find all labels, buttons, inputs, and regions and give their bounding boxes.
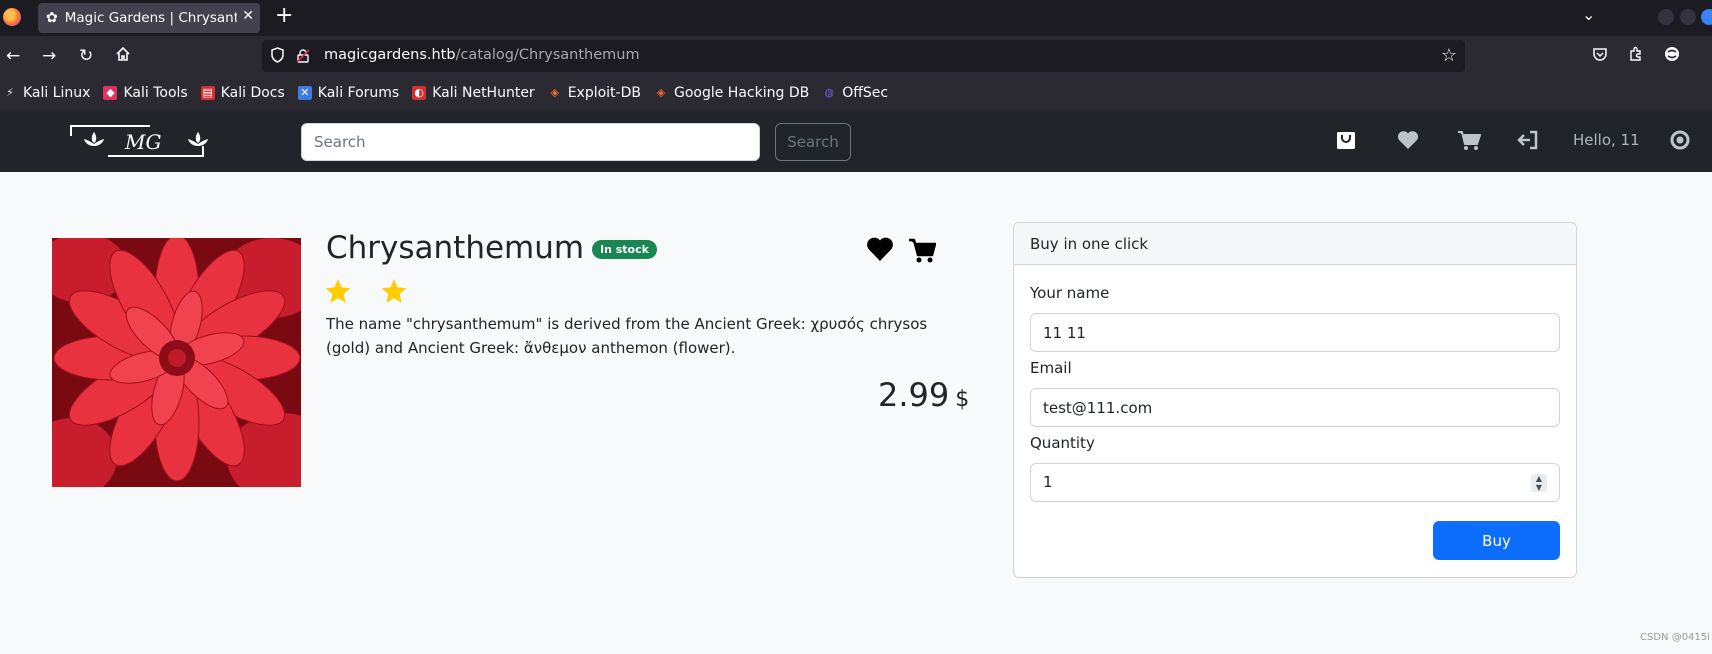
bookmark-label: Kali NetHunter — [432, 85, 535, 101]
bookmark-label: OffSec — [842, 85, 889, 101]
url-text[interactable]: magicgardens.htb/catalog/Chrysanthemum — [324, 47, 640, 63]
email-label: Email — [1030, 359, 1072, 377]
firefox-icon[interactable] — [3, 8, 21, 26]
bookmark-kali-nethunter[interactable]: ◐ Kali NetHunter — [412, 85, 535, 101]
tab-title: Magic Gardens | Chrysanthemum — [64, 10, 237, 26]
kali-tools-icon: ◆ — [103, 86, 118, 100]
tab-list-chevron-icon[interactable]: ⌄ — [1582, 5, 1595, 24]
product-rating — [324, 277, 436, 305]
ghdb-icon: ◈ — [656, 86, 666, 99]
product-price: 2.99 $ — [878, 376, 969, 414]
url-bar[interactable]: magicgardens.htb/catalog/Chrysanthemum ☆ — [262, 40, 1465, 72]
bookmark-label: Kali Docs — [220, 85, 285, 101]
window-minimize-icon[interactable] — [1658, 9, 1674, 25]
shield-icon[interactable] — [270, 47, 285, 67]
kali-dragon-icon: ⚡ — [6, 86, 14, 99]
name-label: Your name — [1030, 284, 1110, 302]
quantity-stepper[interactable]: 1 ▲ ▼ — [1030, 463, 1560, 502]
account-icon[interactable] — [1664, 46, 1680, 66]
card-header: Buy in one click — [1014, 223, 1576, 265]
bookmark-kali-docs[interactable]: ▤ Kali Docs — [200, 85, 285, 101]
extensions-icon[interactable] — [1628, 46, 1644, 66]
bookmark-google-hacking-db[interactable]: ◈ Google Hacking DB — [654, 85, 809, 101]
quantity-spin-icon[interactable]: ▲ ▼ — [1531, 474, 1547, 492]
bookmark-label: Kali Forums — [317, 85, 400, 101]
search-input[interactable] — [301, 123, 760, 161]
browser-nav-bar: ← → ↻ magicgardens.htb/catalog/Chrysanth… — [0, 36, 1712, 76]
stock-status-badge: In stock — [592, 240, 657, 259]
price-currency: $ — [955, 387, 970, 412]
bookmark-offsec[interactable]: ◍ OffSec — [822, 85, 888, 101]
window-maximize-icon[interactable] — [1680, 9, 1696, 25]
bookmark-label: Exploit-DB — [567, 85, 641, 101]
rating-star-icon — [380, 277, 408, 305]
bookmark-exploit-db[interactable]: ◈ Exploit-DB — [548, 85, 641, 101]
bookmark-label: Kali Linux — [23, 85, 91, 101]
magic-gardens-logo[interactable]: MG — [70, 124, 223, 158]
shopping-bag-icon[interactable] — [1335, 129, 1357, 155]
search-button[interactable]: Search — [775, 123, 851, 161]
rating-star-icon — [324, 277, 352, 305]
home-icon[interactable] — [115, 46, 131, 67]
product-description: The name "chrysanthemum" is derived from… — [326, 315, 928, 357]
exploit-db-icon: ◈ — [550, 86, 559, 99]
logout-icon[interactable] — [1517, 129, 1539, 155]
bookmark-label: Kali Tools — [123, 85, 188, 101]
bookmark-kali-forums[interactable]: ✕ Kali Forums — [297, 85, 400, 101]
quantity-label: Quantity — [1030, 434, 1095, 452]
forward-arrow-icon[interactable]: → — [42, 46, 56, 66]
kali-docs-icon: ▤ — [200, 86, 215, 100]
watermark-text: CSDN @0415i — [1640, 632, 1710, 643]
bookmark-kali-tools[interactable]: ◆ Kali Tools — [103, 85, 188, 101]
offsec-icon: ◍ — [824, 86, 834, 99]
cart-icon[interactable] — [1457, 129, 1481, 155]
product-title: Chrysanthemum — [326, 230, 585, 266]
logo-text: MG — [124, 130, 161, 154]
product-image — [52, 238, 301, 487]
window-close-icon[interactable] — [1701, 9, 1712, 25]
add-to-cart-icon[interactable] — [908, 236, 937, 264]
bookmark-label: Google Hacking DB — [673, 85, 810, 101]
kali-forums-icon: ✕ — [297, 86, 312, 100]
new-tab-icon[interactable]: + — [275, 3, 293, 28]
bookmark-kali-linux[interactable]: ⚡ Kali Linux — [3, 85, 90, 101]
wishlist-heart-icon[interactable] — [1396, 129, 1420, 155]
bookmarks-toolbar: ⚡ Kali Linux ◆ Kali Tools ▤ Kali Docs ✕ Kali… — [0, 76, 1712, 110]
quantity-value: 1 — [1043, 473, 1053, 491]
bookmark-star-icon[interactable]: ☆ — [1441, 45, 1457, 66]
back-arrow-icon[interactable]: ← — [6, 46, 20, 66]
browser-tab-bar: ✿ Magic Gardens | Chrysanthemum ✕ + ⌄ — [0, 0, 1712, 36]
nethunter-icon: ◐ — [412, 86, 427, 100]
buy-in-one-click-card: Buy in one click Your name Email Quantit… — [1013, 222, 1577, 578]
user-greeting[interactable]: Hello, 11 — [1573, 131, 1640, 149]
lock-icon[interactable] — [296, 48, 310, 63]
settings-icon[interactable] — [1668, 129, 1692, 155]
name-field[interactable] — [1030, 313, 1560, 352]
price-value: 2.99 — [878, 376, 950, 414]
lotus-favicon-icon: ✿ — [46, 10, 58, 26]
site-navbar: MG Search Hello, 11 — [0, 110, 1712, 172]
close-tab-icon[interactable]: ✕ — [242, 8, 254, 24]
buy-button[interactable]: Buy — [1433, 521, 1560, 560]
email-field[interactable] — [1030, 388, 1560, 427]
reload-icon[interactable]: ↻ — [79, 46, 93, 66]
browser-tab[interactable]: ✿ Magic Gardens | Chrysanthemum ✕ — [38, 3, 260, 33]
pocket-icon[interactable] — [1592, 46, 1608, 66]
add-to-wishlist-heart-icon[interactable] — [865, 235, 895, 263]
